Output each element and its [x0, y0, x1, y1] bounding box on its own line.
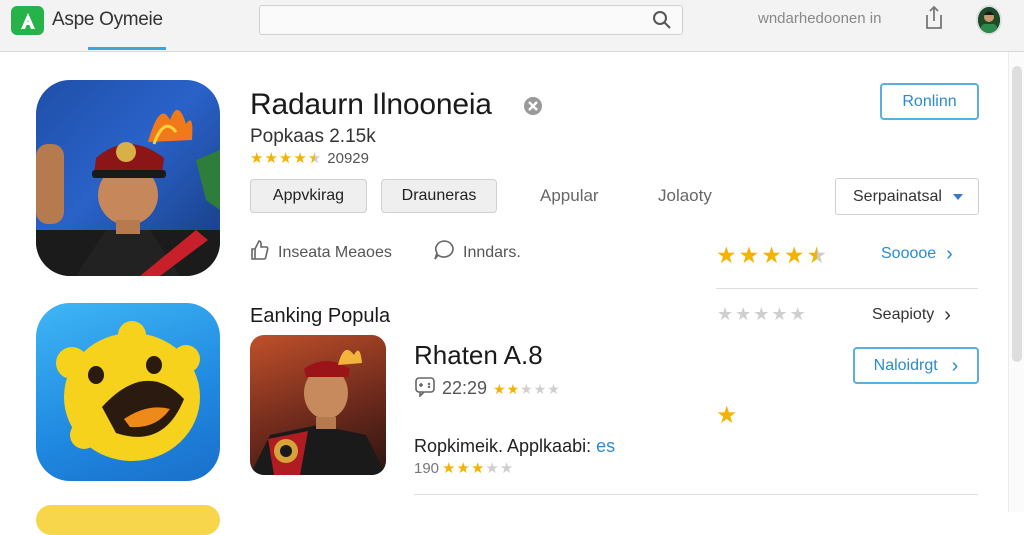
featured-app-title: Rhaten A.8	[414, 340, 543, 370]
star-icon: ★	[761, 242, 782, 268]
star-icon: ★	[735, 304, 752, 324]
divider	[414, 494, 978, 495]
featured-description-text: Ropkimeik. Applkaabi:	[414, 436, 592, 456]
rating-star-icon: ★	[716, 402, 738, 429]
third-app-icon[interactable]	[36, 505, 220, 535]
ranking-link[interactable]: Seapioty ›	[872, 305, 951, 325]
star-icon: ★	[716, 242, 737, 268]
scrollbar-thumb[interactable]	[1012, 66, 1022, 362]
comment-icon	[433, 239, 455, 266]
star-icon: ★	[806, 242, 828, 268]
star-icon: ★	[506, 380, 520, 397]
featured-count-stars: ★ ★ ★ ★ ★	[442, 461, 513, 476]
featured-app-icon[interactable]	[250, 335, 386, 475]
pill-button-1[interactable]: Appvkirag	[250, 179, 367, 213]
star-icon: ★	[771, 304, 788, 324]
comment-label: Inndars.	[463, 243, 521, 261]
app-subtitle: Popkaas 2.15k	[250, 126, 376, 147]
tab-1[interactable]: Appular	[540, 186, 599, 206]
avatar[interactable]	[976, 5, 1002, 35]
tab-2[interactable]: Jolaoty	[658, 186, 712, 206]
like-label: Inseata Meaoes	[278, 243, 392, 261]
star-icon: ★	[493, 380, 506, 397]
like-action[interactable]: Inseata Meaoes	[250, 239, 392, 266]
share-icon[interactable]	[923, 5, 945, 36]
star-icon: ★	[485, 460, 499, 477]
star-icon: ★	[753, 304, 770, 324]
big-rating-stars: ★ ★ ★ ★ ★	[716, 244, 827, 267]
star-icon: ★	[547, 380, 560, 397]
featured-description: Ropkimeik. Applkaabi: es	[414, 436, 615, 457]
chevron-down-icon	[953, 194, 963, 200]
featured-app-meta: 22:29 ★ ★ ★ ★ ★	[414, 375, 560, 402]
star-icon: ★	[250, 149, 264, 167]
star-icon: ★	[499, 460, 514, 477]
featured-action-label: Naloidrgt	[873, 356, 938, 374]
rating-count: 20929	[327, 149, 369, 167]
star-icon: ★	[278, 149, 293, 167]
active-nav-underline	[88, 47, 166, 50]
divider	[716, 288, 978, 289]
star-icon: ★	[307, 149, 322, 167]
ranking-stars: ★ ★ ★ ★ ★	[717, 305, 806, 323]
comment-action[interactable]: Inndars.	[433, 239, 521, 266]
sort-select-value: Serpainatsal	[853, 187, 942, 205]
star-icon: ★	[442, 460, 456, 477]
gamepad-icon	[414, 375, 436, 402]
star-icon: ★	[533, 380, 547, 397]
star-icon: ★	[470, 460, 485, 477]
scrollbar[interactable]	[1008, 52, 1024, 512]
ranking-link-label: Seapioty	[872, 306, 935, 323]
rating-stars: ★ ★ ★ ★ ★	[250, 151, 321, 166]
chevron-right-icon: ›	[944, 304, 951, 326]
smile-app-icon[interactable]	[36, 303, 220, 481]
search-input[interactable]	[259, 5, 683, 35]
see-more-label: Sooooe	[881, 245, 937, 262]
star-icon: ★	[520, 380, 533, 397]
chevron-right-icon: ›	[946, 243, 953, 265]
chevron-right-icon: ›	[951, 354, 959, 377]
featured-version: 22:29	[442, 378, 488, 398]
app-title: Radaurn Ilnooneia	[250, 88, 492, 121]
top-bar: Aspe Oymeie wndarhedoonen in	[0, 0, 1024, 52]
search-icon[interactable]	[652, 10, 672, 35]
account-name[interactable]: wndarhedoonen in	[758, 10, 881, 27]
featured-rating-stars: ★ ★ ★ ★ ★	[493, 382, 560, 396]
star-icon: ★	[264, 149, 278, 167]
featured-description-tag: es	[596, 436, 616, 456]
star-icon: ★	[456, 460, 470, 477]
featured-action-button[interactable]: Naloidrgt ›	[853, 347, 979, 384]
verified-icon	[523, 96, 543, 121]
sort-select[interactable]: Serpainatsal	[835, 178, 979, 215]
section-title: Eanking Popula	[250, 305, 391, 327]
star-icon: ★	[717, 304, 734, 324]
star-icon: ★	[789, 304, 806, 324]
star-icon: ★	[738, 242, 760, 268]
store-logo-icon[interactable]	[11, 6, 44, 35]
app-rating: ★ ★ ★ ★ ★ 20929	[250, 149, 369, 167]
store-name[interactable]: Aspe Oymeie	[52, 9, 163, 31]
star-icon: ★	[293, 149, 307, 167]
hero-app-icon[interactable]	[36, 80, 220, 276]
featured-count: 190 ★ ★ ★ ★ ★	[414, 460, 513, 477]
star-icon: ★	[783, 242, 805, 268]
pill-button-2[interactable]: Drauneras	[381, 179, 497, 213]
featured-count-value: 190	[414, 460, 440, 477]
primary-action-button[interactable]: Ronlinn	[880, 83, 979, 120]
see-more-link[interactable]: Sooooe ›	[881, 244, 953, 264]
thumbs-up-icon	[250, 239, 270, 266]
